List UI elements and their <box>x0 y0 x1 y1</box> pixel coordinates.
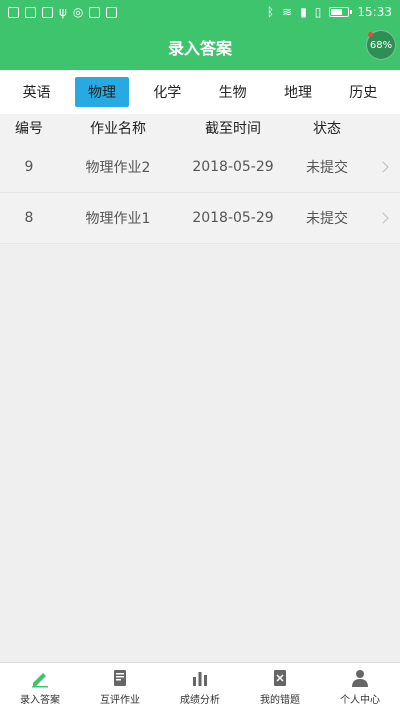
row-name: 物理作业2 <box>85 160 151 176</box>
bluetooth-icon: ᛒ <box>266 5 275 19</box>
tab-biology[interactable]: 生物 <box>206 77 260 107</box>
nav-label: 成绩分析 <box>180 695 220 706</box>
header-deadline: 截至时间 <box>205 121 261 137</box>
wrong-book-icon <box>270 668 290 688</box>
tab-label: 地理 <box>283 85 312 101</box>
app-header: 录入答案 <box>0 24 400 70</box>
tab-physics[interactable]: 物理 <box>74 77 129 107</box>
homework-list: 9 物理作业2 2018-05-29 未提交 8 物理作业1 2018-05-2… <box>0 142 400 244</box>
row-deadline: 2018-05-29 <box>192 210 274 226</box>
row-status: 未提交 <box>306 211 348 227</box>
nav-profile[interactable]: 个人中心 <box>320 663 400 711</box>
pencil-icon <box>30 668 50 688</box>
nav-peer-review[interactable]: 互评作业 <box>80 663 160 711</box>
sim-icon: ▯ <box>314 5 322 19</box>
battery-level-fill <box>331 9 342 15</box>
tab-label: 化学 <box>153 85 182 101</box>
subject-tabs: 英语 物理 化学 生物 地理 历史 <box>0 70 400 114</box>
page-title: 录入答案 <box>167 39 232 58</box>
tab-label: 生物 <box>218 85 247 101</box>
battery-badge-text: 68% <box>369 39 393 51</box>
nav-mistakes[interactable]: 我的错题 <box>240 663 320 711</box>
bar-chart-icon <box>190 668 210 688</box>
document-edit-icon <box>110 668 130 688</box>
table-header: 编号 作业名称 截至时间 状态 <box>0 114 400 142</box>
nav-label: 录入答案 <box>20 695 60 706</box>
header-name: 作业名称 <box>90 121 146 137</box>
row-id: 9 <box>24 159 34 175</box>
nav-score-analysis[interactable]: 成绩分析 <box>160 663 240 711</box>
usb-icon: ψ <box>59 5 67 19</box>
tab-chemistry[interactable]: 化学 <box>140 77 194 107</box>
header-id: 编号 <box>15 121 43 137</box>
shield-icon <box>42 6 53 18</box>
user-icon <box>350 668 370 688</box>
tab-history[interactable]: 历史 <box>336 77 390 107</box>
tab-label: 历史 <box>349 85 378 101</box>
nav-enter-answers[interactable]: 录入答案 <box>0 663 80 711</box>
nav-label: 我的错题 <box>260 695 300 706</box>
row-deadline: 2018-05-29 <box>192 159 274 175</box>
status-right-icons: ᛒ ≋ ▮ ▯ 15:33 <box>267 5 392 19</box>
status-left-icons: ψ ◎ <box>8 5 118 19</box>
table-row[interactable]: 8 物理作业1 2018-05-29 未提交 <box>0 193 400 244</box>
wifi-icon: ≋ <box>282 5 293 19</box>
table-row[interactable]: 9 物理作业2 2018-05-29 未提交 <box>0 142 400 193</box>
tab-label: 英语 <box>22 85 51 101</box>
row-name: 物理作业1 <box>85 211 151 227</box>
tab-geography[interactable]: 地理 <box>271 77 325 107</box>
row-id: 8 <box>24 210 34 226</box>
bottom-nav: 录入答案 互评作业 成绩分析 我的错题 个人中心 <box>0 662 400 711</box>
apps-icon <box>89 6 101 18</box>
nav-label: 个人中心 <box>340 695 380 706</box>
clock: 15:33 <box>357 5 392 19</box>
chevron-right-icon <box>366 159 400 175</box>
signal-icon: ▮ <box>300 5 307 19</box>
image-icon <box>25 6 36 18</box>
notification-icon <box>8 6 19 18</box>
globe-icon: ◎ <box>72 5 84 19</box>
screen-icon <box>106 6 118 18</box>
chevron-right-icon <box>366 210 400 226</box>
nav-label: 互评作业 <box>100 695 140 706</box>
status-bar: ψ ◎ ᛒ ≋ ▮ ▯ 15:33 <box>0 0 400 24</box>
row-status: 未提交 <box>306 160 348 176</box>
battery-icon <box>329 7 353 17</box>
header-status: 状态 <box>313 121 341 137</box>
tab-label: 物理 <box>87 85 116 101</box>
tab-english[interactable]: 英语 <box>10 77 64 107</box>
alert-dot-icon <box>368 32 373 37</box>
floating-battery-badge[interactable]: 68% <box>366 30 396 60</box>
